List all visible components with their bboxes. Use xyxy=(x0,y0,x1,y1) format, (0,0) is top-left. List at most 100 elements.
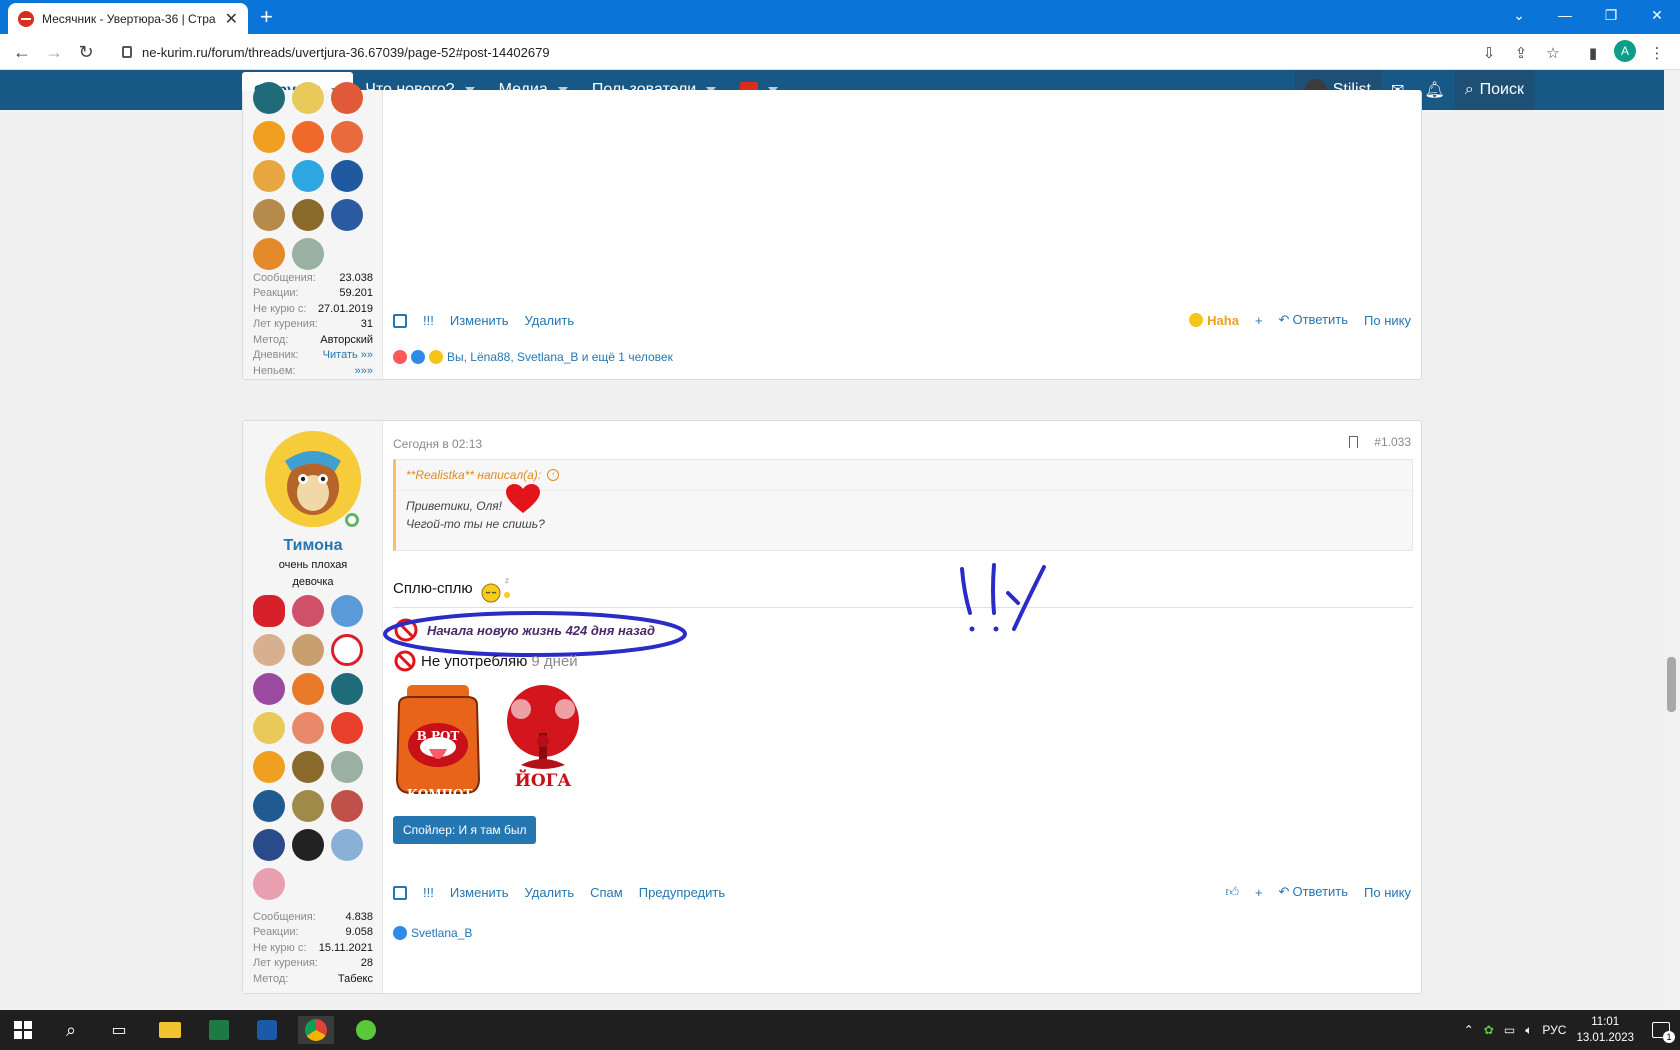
badge-icon[interactable] xyxy=(331,829,363,861)
chrome-icon[interactable] xyxy=(298,1016,334,1044)
badge-icon[interactable] xyxy=(253,82,285,114)
badge-icon[interactable] xyxy=(331,595,363,627)
diary-link[interactable]: Читать »» xyxy=(323,349,373,361)
action-delete[interactable]: Удалить xyxy=(524,313,574,328)
excel-icon[interactable] xyxy=(205,1016,233,1044)
language-indicator[interactable]: РУС xyxy=(1542,1023,1566,1037)
badge-icon[interactable] xyxy=(253,595,285,627)
windows-start-icon[interactable] xyxy=(9,1016,37,1044)
reply-button[interactable]: ↶ Ответить xyxy=(1279,312,1348,328)
action-report[interactable]: !!! xyxy=(423,885,434,900)
avatar[interactable] xyxy=(265,431,361,527)
address-bar[interactable]: ne-kurim.ru/forum/threads/uvertjura-36.6… xyxy=(108,38,1458,66)
badge-icon[interactable] xyxy=(253,160,285,192)
badge-icon[interactable] xyxy=(292,595,324,627)
action-report[interactable]: !!! xyxy=(423,313,434,328)
search-icon[interactable]: ⌕ xyxy=(57,1016,85,1044)
reaction-button[interactable]: Haha xyxy=(1189,313,1239,328)
add-icon[interactable]: + xyxy=(1255,885,1263,900)
badge-icon[interactable] xyxy=(253,634,285,666)
reload-icon[interactable]: ↻ xyxy=(74,40,98,64)
icq-icon[interactable] xyxy=(352,1016,380,1044)
arrow-up-icon[interactable]: ↑ xyxy=(547,469,560,481)
badge-icon[interactable] xyxy=(331,160,363,192)
stat-link[interactable]: »»» xyxy=(355,365,373,377)
restore-button[interactable]: ❐ xyxy=(1588,0,1634,30)
badge-icon[interactable] xyxy=(331,634,363,666)
by-nick-button[interactable]: По нику xyxy=(1364,885,1411,900)
badge-icon[interactable] xyxy=(292,673,324,705)
badge-icon[interactable] xyxy=(331,790,363,822)
tab-search-icon[interactable]: ⌄ xyxy=(1496,0,1542,30)
chevron-up-icon[interactable]: ⌃ xyxy=(1464,1023,1474,1037)
network-icon[interactable]: ▭ xyxy=(1504,1023,1515,1037)
file-explorer-icon[interactable] xyxy=(156,1016,184,1044)
forward-icon[interactable]: → xyxy=(42,40,66,64)
select-checkbox[interactable] xyxy=(393,885,407,900)
action-spam[interactable]: Спам xyxy=(590,885,623,900)
tab-close-icon[interactable]: ✕ xyxy=(225,9,238,29)
page-scrollbar[interactable] xyxy=(1664,70,1680,1010)
quote-author[interactable]: **Realistka** написал(а): xyxy=(406,468,541,482)
install-icon[interactable]: ⇩ xyxy=(1478,42,1500,64)
badge-icon[interactable] xyxy=(292,121,324,153)
badge-icon[interactable] xyxy=(253,751,285,783)
bookmark-star-icon[interactable]: ☆ xyxy=(1542,42,1564,64)
badge-icon[interactable] xyxy=(331,712,363,744)
bookmark-icon[interactable] xyxy=(1349,436,1359,448)
new-tab-button[interactable]: + xyxy=(260,4,273,30)
reactors-link[interactable]: Svetlana_B xyxy=(411,926,472,940)
badge-icon[interactable] xyxy=(292,199,324,231)
thumbs-up-icon[interactable]: 👍︎ xyxy=(1225,884,1239,900)
badge-icon[interactable] xyxy=(253,868,285,900)
badge-icon[interactable] xyxy=(253,121,285,153)
reply-button[interactable]: ↶ Ответить xyxy=(1279,884,1348,900)
badge-icon[interactable] xyxy=(292,82,324,114)
badge-icon[interactable] xyxy=(331,82,363,114)
action-delete[interactable]: Удалить xyxy=(524,885,574,900)
spoiler-button[interactable]: Спойлер: И я там был xyxy=(393,816,537,844)
badge-icon[interactable] xyxy=(253,829,285,861)
action-edit[interactable]: Изменить xyxy=(450,885,509,900)
badge-icon[interactable] xyxy=(331,673,363,705)
select-checkbox[interactable] xyxy=(393,313,407,328)
back-icon[interactable]: ← xyxy=(10,40,34,64)
badge-icon[interactable] xyxy=(292,712,324,744)
search-button[interactable]: ⌕ Поиск xyxy=(1454,70,1534,110)
minimize-button[interactable]: — xyxy=(1542,0,1588,30)
badge-icon[interactable] xyxy=(292,160,324,192)
badge-icon[interactable] xyxy=(253,199,285,231)
badge-icon[interactable] xyxy=(253,790,285,822)
username[interactable]: Тимона xyxy=(243,537,383,555)
by-nick-button[interactable]: По нику xyxy=(1364,313,1411,328)
share-icon[interactable]: ⇪ xyxy=(1510,42,1532,64)
badge-icon[interactable] xyxy=(292,790,324,822)
badge-icon[interactable] xyxy=(253,238,285,270)
clock[interactable]: 11:01 13.01.2023 xyxy=(1576,1014,1634,1046)
reactors-link[interactable]: Вы, Lёna88, Svetlana_B и ещё 1 человек xyxy=(447,350,673,364)
action-warn[interactable]: Предупредить xyxy=(639,885,725,900)
badge-icon[interactable] xyxy=(292,634,324,666)
browser-tab-active[interactable]: Месячник - Увертюра-36 | Стра ✕ xyxy=(8,3,248,34)
task-view-icon[interactable]: ▭ xyxy=(105,1016,133,1044)
action-edit[interactable]: Изменить xyxy=(450,313,509,328)
post-number[interactable]: #1.033 xyxy=(1374,435,1411,449)
profile-avatar[interactable]: A xyxy=(1614,40,1636,62)
badge-icon[interactable] xyxy=(253,673,285,705)
add-icon[interactable]: + xyxy=(1255,313,1263,328)
badge-icon[interactable] xyxy=(331,121,363,153)
close-window-button[interactable]: ✕ xyxy=(1634,0,1680,30)
badge-icon[interactable] xyxy=(292,238,324,270)
badge-icon[interactable] xyxy=(292,829,324,861)
side-panel-icon[interactable]: ▮ xyxy=(1582,42,1604,64)
badge-icon[interactable] xyxy=(253,712,285,744)
volume-icon[interactable]: 🔈︎ xyxy=(1525,1023,1532,1038)
badge-icon[interactable] xyxy=(331,199,363,231)
app-icon[interactable] xyxy=(253,1016,281,1044)
post-date[interactable]: Сегодня в 02:13 xyxy=(393,437,482,451)
badge-icon[interactable] xyxy=(331,751,363,783)
notifications-icon[interactable]: 1 xyxy=(1652,1022,1675,1043)
icq-tray-icon[interactable]: ✿ xyxy=(1484,1023,1494,1037)
badge-icon[interactable] xyxy=(292,751,324,783)
menu-dots-icon[interactable]: ⋮ xyxy=(1646,42,1668,64)
